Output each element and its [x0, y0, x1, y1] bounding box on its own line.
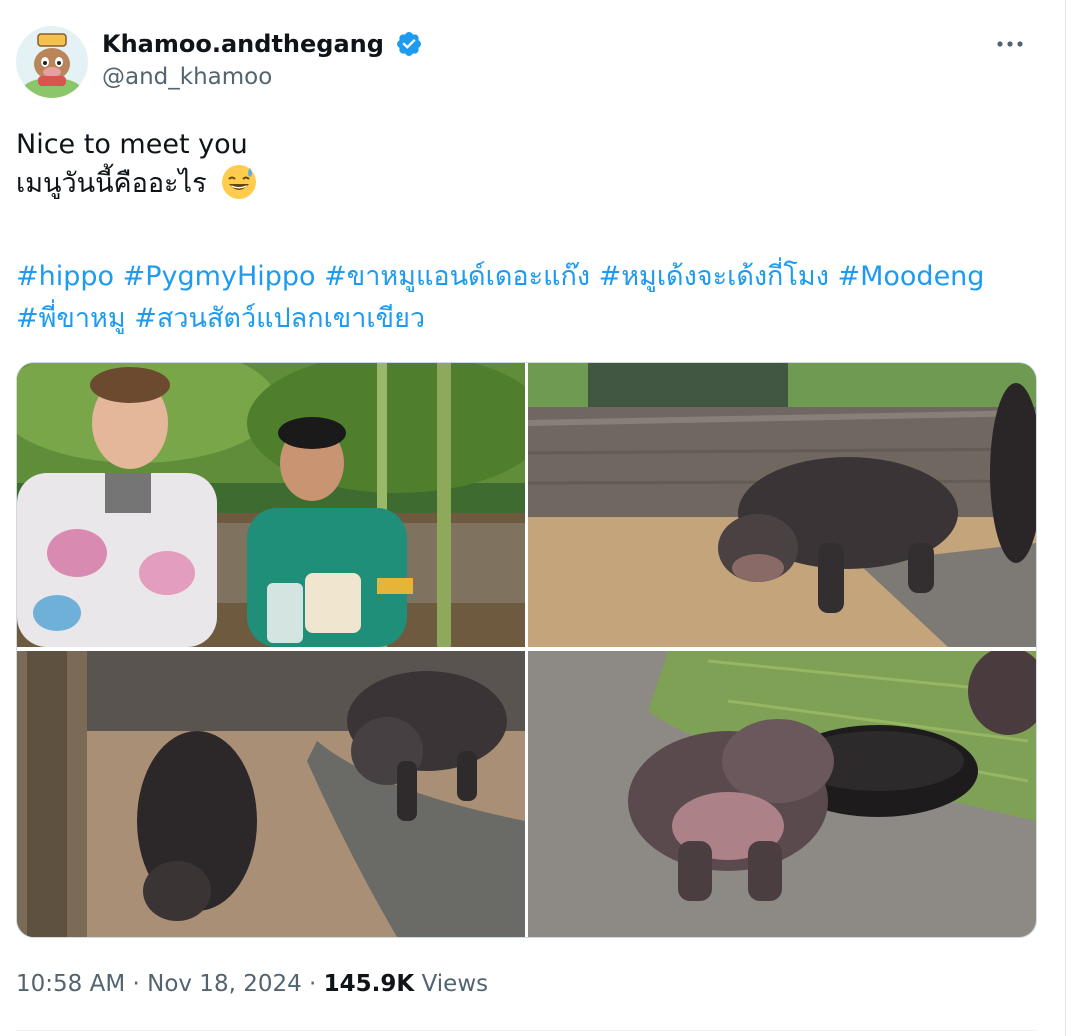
tweet-text-thai: เมนูวันนี้คืออะไร [16, 168, 207, 199]
photo-two-men-at-zoo[interactable] [17, 363, 525, 647]
tweet-text: Nice to meet you เมนูวันนี้คืออะไร [16, 126, 1036, 203]
author-handle[interactable]: @and_khamoo [102, 60, 423, 94]
hashtag-link[interactable]: #พี่ขาหมู [16, 303, 126, 334]
tweet-text-line-1: Nice to meet you [16, 129, 248, 160]
author-display-name[interactable]: Khamoo.andthegang [102, 28, 384, 60]
hashtag-link[interactable]: #PygmyHippo [123, 261, 316, 292]
photo-hippo-in-enclosure[interactable] [528, 363, 1036, 647]
hashtags-line-1: #hippo #PygmyHippo #ขาหมูแอนด์เดอะแก๊ง #… [16, 256, 1046, 298]
media-grid [16, 362, 1037, 938]
divider [16, 1030, 1036, 1031]
photo-two-wet-hippos[interactable] [17, 651, 525, 937]
views-count[interactable]: 145.9K [324, 971, 415, 997]
verified-badge-icon [395, 30, 423, 58]
views-label: Views [421, 971, 489, 997]
hashtags: #hippo #PygmyHippo #ขาหมูแอนด์เดอะแก๊ง #… [16, 256, 1046, 340]
tweet-meta: 10:58 AM · Nov 18, 2024 · 145.9K Views [16, 964, 488, 1004]
tweet-time[interactable]: 10:58 AM [16, 971, 125, 997]
tweet-text-line-2: เมนูวันนี้คืออะไร [16, 164, 1036, 203]
tweet-date[interactable]: Nov 18, 2024 [147, 971, 302, 997]
avatar[interactable] [16, 26, 88, 98]
hashtags-line-2: #พี่ขาหมู #สวนสัตว์แปลกเขาเขียว [16, 298, 1046, 340]
hashtag-link[interactable]: #hippo [16, 261, 114, 292]
hashtag-link[interactable]: #Moodeng [837, 261, 984, 292]
hashtag-link[interactable]: #ขาหมูแอนด์เดอะแก๊ง [324, 261, 590, 292]
photo-baby-hippo-by-water-tub[interactable] [528, 651, 1036, 937]
meta-separator: · [132, 971, 140, 997]
hashtag-link[interactable]: #หมูเด้งจะเด้งกี่โมง [599, 261, 829, 292]
grinning-sweat-emoji-icon [221, 164, 257, 200]
page-scrollbar[interactable] [1065, 0, 1082, 1036]
meta-separator: · [309, 971, 317, 997]
more-options-icon[interactable] [990, 34, 1030, 54]
tweet-header: Khamoo.andthegang @and_khamoo [16, 24, 1036, 100]
hashtag-link[interactable]: #สวนสัตว์แปลกเขาเขียว [134, 303, 425, 334]
